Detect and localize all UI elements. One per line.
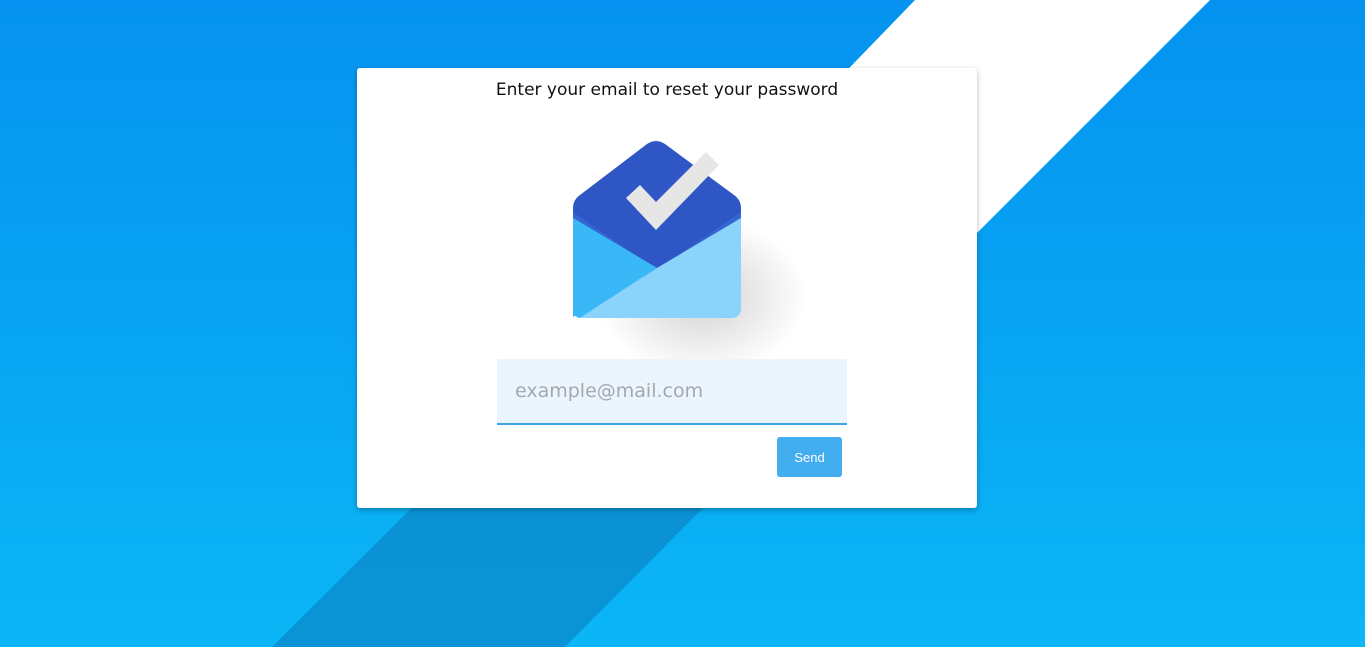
page-background: Enter your email to reset your password — [0, 0, 1365, 647]
email-input[interactable] — [497, 359, 847, 425]
send-button[interactable]: Send — [777, 437, 842, 477]
page-title: Enter your email to reset your password — [495, 80, 839, 100]
reset-password-card: Enter your email to reset your password — [357, 68, 977, 508]
inbox-envelope-checkmark-icon — [573, 141, 807, 366]
